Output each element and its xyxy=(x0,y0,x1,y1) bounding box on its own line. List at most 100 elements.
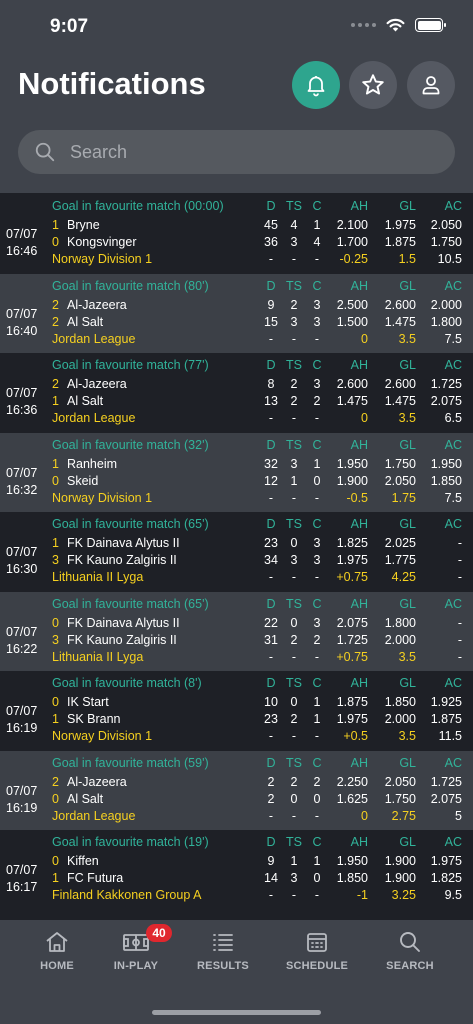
column-header-ac: AC xyxy=(444,278,462,293)
column-header-d: D xyxy=(266,278,276,293)
notification-card[interactable]: Goal in favourite match (32') D TS C AH GL AC 0… xyxy=(0,432,473,512)
match-date: 07/07 xyxy=(6,624,38,639)
match-date: 07/07 xyxy=(6,545,38,559)
home-stat-gl: 2.600 xyxy=(384,297,416,312)
notifications-button[interactable] xyxy=(292,61,340,109)
column-header-ts: TS xyxy=(286,358,302,372)
away-stat-d: 2 xyxy=(267,791,275,806)
away-stat-ac: 1.750 xyxy=(430,235,462,249)
favourites-button[interactable] xyxy=(349,61,397,109)
league-name[interactable]: Norway Division 1 xyxy=(52,252,152,267)
header: 9:07 Notifications xyxy=(0,0,473,193)
away-team-name[interactable]: FK Kauno Zalgiris II xyxy=(67,633,177,648)
away-team-name[interactable]: Skeid xyxy=(67,474,98,489)
profile-button[interactable] xyxy=(407,61,455,109)
line-stat-c: - xyxy=(314,331,320,346)
column-header-ah: AH xyxy=(350,278,368,293)
home-team-name[interactable]: FK Dainava Alytus II xyxy=(67,616,180,631)
away-score: 3 xyxy=(52,553,59,567)
home-team-name[interactable]: Al-Jazeera xyxy=(67,298,127,313)
away-stat-gl: 2.000 xyxy=(384,632,416,647)
league-name[interactable]: Lithuania II Lyga xyxy=(52,650,143,665)
away-score: 0 xyxy=(52,473,59,488)
away-team-name[interactable]: Al Salt xyxy=(67,394,103,409)
league-name[interactable]: Norway Division 1 xyxy=(52,491,152,506)
away-team-name[interactable]: Al Salt xyxy=(67,792,103,807)
away-stat-d: 36 xyxy=(264,235,278,249)
away-team-name[interactable]: FK Kauno Zalgiris II xyxy=(67,553,177,568)
column-header-gl: GL xyxy=(399,755,416,770)
away-stat-ah: 1.850 xyxy=(336,871,368,885)
home-team-name[interactable]: Ranheim xyxy=(67,457,117,472)
home-team-name[interactable]: Al-Jazeera xyxy=(67,377,127,392)
home-team-name[interactable]: Bryne xyxy=(67,218,100,233)
match-date: 07/07 xyxy=(6,306,38,321)
notification-card[interactable]: Goal in favourite match (65') D TS C AH GL AC 0… xyxy=(0,512,473,592)
wifi-icon xyxy=(386,18,405,32)
home-stat-c: 3 xyxy=(313,536,321,550)
home-team-name[interactable]: IK Start xyxy=(67,695,109,710)
tab-schedule[interactable]: SCHEDULE xyxy=(277,930,357,972)
tab-search[interactable]: SEARCH xyxy=(370,930,450,972)
home-team-name[interactable]: FK Dainava Alytus II xyxy=(67,536,180,551)
tab-results[interactable]: RESULTS xyxy=(183,930,263,972)
search-input[interactable] xyxy=(70,141,410,163)
notification-card[interactable]: Goal in favourite match (77') D TS C AH GL AC 0… xyxy=(0,353,473,433)
league-name[interactable]: Jordan League xyxy=(52,411,135,426)
column-header-c: C xyxy=(312,437,322,452)
home-team-name[interactable]: Al-Jazeera xyxy=(67,775,127,790)
home-stat-ts: 4 xyxy=(290,218,298,232)
line-stat-ts: - xyxy=(291,490,297,505)
star-icon xyxy=(362,74,384,95)
away-team-name[interactable]: SK Brann xyxy=(67,712,121,727)
home-stat-gl: 1.900 xyxy=(384,854,416,868)
column-header-d: D xyxy=(266,755,276,770)
away-stat-ac: 1.825 xyxy=(430,871,462,885)
tab-home-label: HOME xyxy=(40,960,74,972)
league-name[interactable]: Norway Division 1 xyxy=(52,729,152,744)
notification-card[interactable]: Goal in favourite match (59') D TS C AH GL AC 0… xyxy=(0,750,473,830)
away-team-name[interactable]: Kongsvinger xyxy=(67,235,137,250)
league-name[interactable]: Lithuania II Lyga xyxy=(52,570,143,585)
line-stat-ac: 7.5 xyxy=(444,331,462,346)
match-time: 16:32 xyxy=(6,482,38,497)
home-stat-d: 9 xyxy=(267,854,275,868)
notification-card[interactable]: Goal in favourite match (19') D TS C AH GL AC 0… xyxy=(0,830,473,910)
home-stat-c: 3 xyxy=(313,297,321,312)
away-team-name[interactable]: Al Salt xyxy=(67,315,103,330)
tab-home[interactable]: HOME xyxy=(17,930,97,972)
home-team-name[interactable]: Kiffen xyxy=(67,854,99,869)
notification-card[interactable]: Goal in favourite match (8') D TS C AH GL AC 07… xyxy=(0,671,473,751)
away-stat-c: 0 xyxy=(313,871,321,885)
home-stat-c: 2 xyxy=(313,774,321,789)
column-header-ah: AH xyxy=(350,755,368,770)
inplay-count-badge: 40 xyxy=(146,924,172,942)
away-team-name[interactable]: FC Futura xyxy=(67,871,123,886)
notification-title: Goal in favourite match (77') xyxy=(52,358,209,372)
line-stat-ah: 0 xyxy=(361,411,368,425)
match-time: 16:36 xyxy=(6,403,38,417)
league-name[interactable]: Jordan League xyxy=(52,332,135,347)
notification-card[interactable]: Goal in favourite match (00:00) D TS C AH GL A… xyxy=(0,194,473,274)
home-stat-ah: 2.500 xyxy=(336,297,368,312)
line-stat-c: - xyxy=(314,490,320,505)
notification-title: Goal in favourite match (19') xyxy=(52,835,209,849)
column-header-d: D xyxy=(266,199,276,213)
league-name[interactable]: Jordan League xyxy=(52,809,135,824)
home-stat-ts: 0 xyxy=(290,536,298,550)
column-header-ac: AC xyxy=(444,755,462,770)
away-stat-ac: - xyxy=(457,632,462,647)
column-header-ah: AH xyxy=(350,358,368,372)
league-name[interactable]: Finland Kakkonen Group A xyxy=(52,888,201,903)
away-stat-ah: 1.900 xyxy=(336,473,368,488)
home-stat-ts: 1 xyxy=(290,854,298,868)
notification-card[interactable]: Goal in favourite match (80') D TS C AH GL AC 0… xyxy=(0,273,473,353)
search-bar[interactable] xyxy=(18,130,455,174)
line-stat-ac: 6.5 xyxy=(444,411,462,425)
column-header-gl: GL xyxy=(399,596,416,611)
notification-card[interactable]: Goal in favourite match (65') D TS C AH GL AC 0… xyxy=(0,591,473,671)
home-stat-ac: 1.975 xyxy=(430,854,462,868)
notification-list[interactable]: Goal in favourite match (00:00) D TS C AH GL A… xyxy=(0,194,473,920)
home-stat-ts: 2 xyxy=(290,774,298,789)
tab-inplay[interactable]: 40 IN-PLAY xyxy=(96,924,176,972)
